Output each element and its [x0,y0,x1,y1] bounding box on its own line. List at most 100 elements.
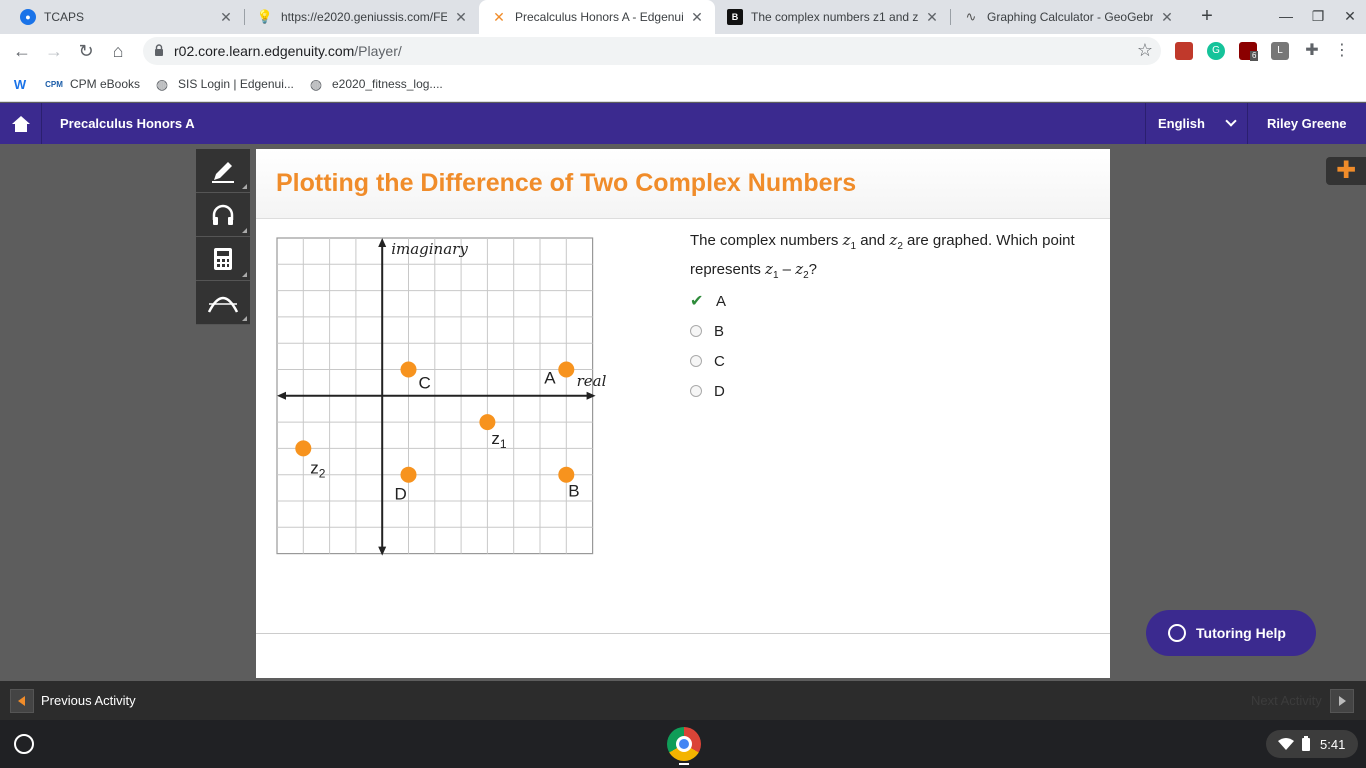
graphing-tool[interactable] [196,281,250,325]
point-d [400,466,417,483]
chrome-icon[interactable] [667,727,701,761]
lock-icon [155,44,163,56]
reload-button[interactable]: ↻ [74,39,98,63]
tab-strip: ● TCAPS ✕ 💡 https://e2020.geniussis.com/… [0,0,1366,34]
extension-badge: 6 [1250,51,1259,61]
close-icon[interactable]: ✕ [689,9,705,25]
bookmarks-bar: W CPM CPM eBooks ◍ SIS Login | Edgenui... … [0,68,1366,102]
radio-button[interactable] [690,325,702,337]
wifi-icon [1278,738,1294,750]
bookmark-star-icon[interactable]: ☆ [1137,40,1153,61]
grammarly-icon[interactable]: G [1207,42,1225,60]
close-icon[interactable]: ✕ [924,9,940,25]
radio-button[interactable] [690,355,702,367]
browser-toolbar: ← → ↻ ⌂ r02.core.learn.edgenuity.com/Pla… [0,34,1366,68]
bookmark-fitness[interactable]: ◍ e2020_fitness_log.... [308,76,443,92]
previous-activity-button[interactable] [10,689,34,713]
home-button[interactable] [0,103,42,144]
caret-left-icon [18,696,25,706]
point-b [558,466,575,483]
back-button[interactable]: ← [10,39,34,63]
choice-label: B [714,322,725,340]
corner-indicator [242,228,247,233]
running-indicator [679,763,689,765]
checkmark-icon: ✔ [690,293,704,310]
tab-geniussis[interactable]: 💡 https://e2020.geniussis.com/FE ✕ [245,0,479,34]
shield-extension-icon[interactable]: 6 [1239,42,1259,61]
globe-icon: ◍ [309,75,323,92]
bookmark-cpm[interactable]: CPM CPM eBooks [45,76,141,92]
course-title: Precalculus Honors A [60,116,195,131]
lightbulb-icon: 💡 [256,9,274,24]
restore-button[interactable]: ❐ [1307,5,1329,27]
forward-button[interactable]: → [42,39,66,63]
point-c [400,361,417,378]
lesson-header: Plotting the Difference of Two Complex N… [256,149,1110,219]
next-activity-button[interactable] [1330,689,1354,713]
language-select[interactable]: English [1145,103,1248,144]
real-axis-label: real [577,372,607,390]
status-tray[interactable]: 5:41 [1266,730,1358,758]
user-name[interactable]: Riley Greene [1267,116,1347,131]
close-icon[interactable]: ✕ [218,9,234,25]
audio-tool[interactable] [196,193,250,237]
choice-a[interactable]: ✔ A [690,286,726,316]
tab-title: TCAPS [44,10,85,24]
choice-b[interactable]: B [690,316,726,346]
tutoring-help-button[interactable]: Tutoring Help [1146,610,1316,656]
highlighter-tool[interactable] [196,149,250,193]
point-label-a: A [544,369,556,388]
choice-c[interactable]: C [690,346,726,376]
home-icon[interactable]: ⌂ [106,39,130,63]
window-close-button[interactable]: ✕ [1339,5,1361,27]
battery-icon [1302,736,1310,751]
tab-title: https://e2020.geniussis.com/FE [281,10,447,24]
caret-right-icon [1339,696,1346,706]
choice-d[interactable]: D [690,376,726,406]
geogebra-icon: ∿ [965,9,977,24]
tab-tcaps[interactable]: ● TCAPS ✕ [8,0,244,34]
chat-bubble-icon [1168,624,1186,642]
headphones-icon [212,204,234,225]
puzzle-icon[interactable]: ✚ [1303,42,1321,60]
weebly-icon: W [13,76,27,92]
cpm-icon: CPM [45,79,63,89]
address-bar[interactable]: r02.core.learn.edgenuity.com/Player/ ☆ [143,37,1161,65]
page-title: Plotting the Difference of Two Complex N… [276,169,857,197]
point-z2 [295,440,312,457]
calculator-tool[interactable] [196,237,250,281]
expand-plus-button[interactable]: ✚ [1326,157,1366,185]
bookmark-weebly[interactable]: W [12,76,36,92]
tab-brainly[interactable]: B The complex numbers z1 and z2 ✕ [715,0,950,34]
tool-panel [196,149,250,325]
minimize-button[interactable]: — [1275,5,1297,27]
corner-indicator [242,184,247,189]
bookmark-sis[interactable]: ◍ SIS Login | Edgenui... [154,76,294,92]
question-text: The complex numbers z1 and z2 are graphe… [690,231,1075,281]
choice-label: A [716,292,727,310]
tab-geogebra[interactable]: ∿ Graphing Calculator - GeoGebra ✕ [951,0,1185,34]
brainly-icon: B [727,9,743,25]
previous-activity-label[interactable]: Previous Activity [41,693,136,708]
book-extension-icon[interactable] [1175,42,1193,60]
launcher-icon[interactable] [14,734,34,754]
tutoring-label: Tutoring Help [1196,625,1286,641]
close-icon[interactable]: ✕ [453,9,469,25]
url-text: r02.core.learn.edgenuity.com/Player/ [174,43,402,59]
close-icon[interactable]: ✕ [1159,9,1175,25]
more-menu-icon[interactable]: ⋮ [1333,42,1351,60]
radio-button[interactable] [690,385,702,397]
app-header: Precalculus Honors A English Riley Green… [0,103,1366,144]
tab-title: Graphing Calculator - GeoGebra [987,10,1153,24]
l-extension-icon[interactable]: L [1271,42,1289,60]
language-label: English [1158,116,1205,131]
corner-indicator [242,272,247,277]
bookmark-label: CPM eBooks [70,77,141,91]
edgenuity-icon: ✕ [493,8,505,25]
point-label-d: D [395,485,407,504]
lesson-footer [256,633,1110,678]
chevron-down-icon [1225,115,1237,127]
new-tab-button[interactable]: + [1196,5,1218,27]
point-z1 [479,414,496,431]
tab-edgenuity[interactable]: ✕ Precalculus Honors A - Edgenuity ✕ [479,0,715,34]
